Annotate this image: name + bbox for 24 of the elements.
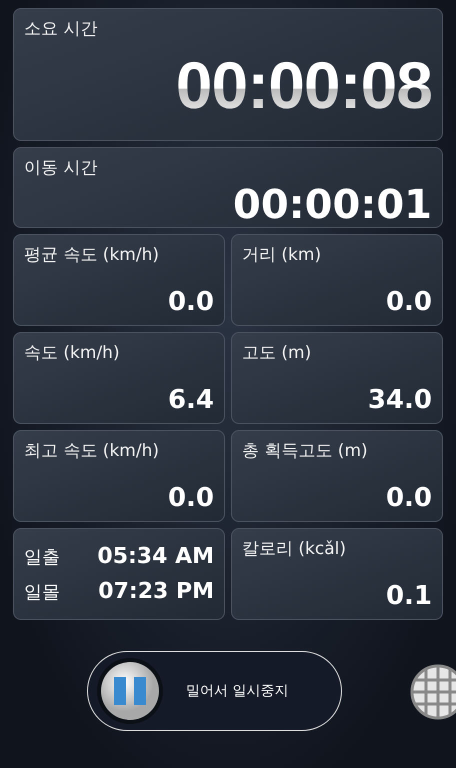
time-value: 05:34 AM (97, 544, 214, 569)
stat-label: 고도 (m) (242, 342, 312, 364)
stat-label: 칼로리 (kcǎl) (242, 538, 348, 560)
pause-slider[interactable]: 밀어서 일시중지 (87, 651, 342, 731)
stat-label: 속도 (km/h) (24, 342, 121, 364)
stat-value: 34.0 (368, 385, 432, 415)
pause-icon[interactable] (96, 657, 164, 725)
elapsed-label: 소요 시간 (24, 18, 98, 40)
time-value: 07:23 PM (98, 579, 214, 604)
stat-label: 총 획득고도 (m) (242, 440, 369, 462)
moving-time: 00:00:01 (233, 185, 432, 225)
time-label: 일몰 (24, 581, 60, 604)
moving-label: 이동 시간 (24, 157, 98, 179)
stat-label: 거리 (km) (242, 244, 322, 266)
stat-value: 0.0 (386, 287, 432, 317)
stat-value: 0.0 (168, 483, 214, 513)
stat-label: 평균 속도 (km/h) (24, 244, 160, 266)
stat-value: 6.4 (168, 385, 214, 415)
stat-value: 0.0 (386, 483, 432, 513)
time-label: 일출 (24, 546, 60, 569)
stat-value: 0.1 (386, 581, 432, 611)
stat-label: 최고 속도 (km/h) (24, 440, 160, 462)
stat-value: 0.0 (168, 287, 214, 317)
globe-icon[interactable] (410, 664, 456, 720)
